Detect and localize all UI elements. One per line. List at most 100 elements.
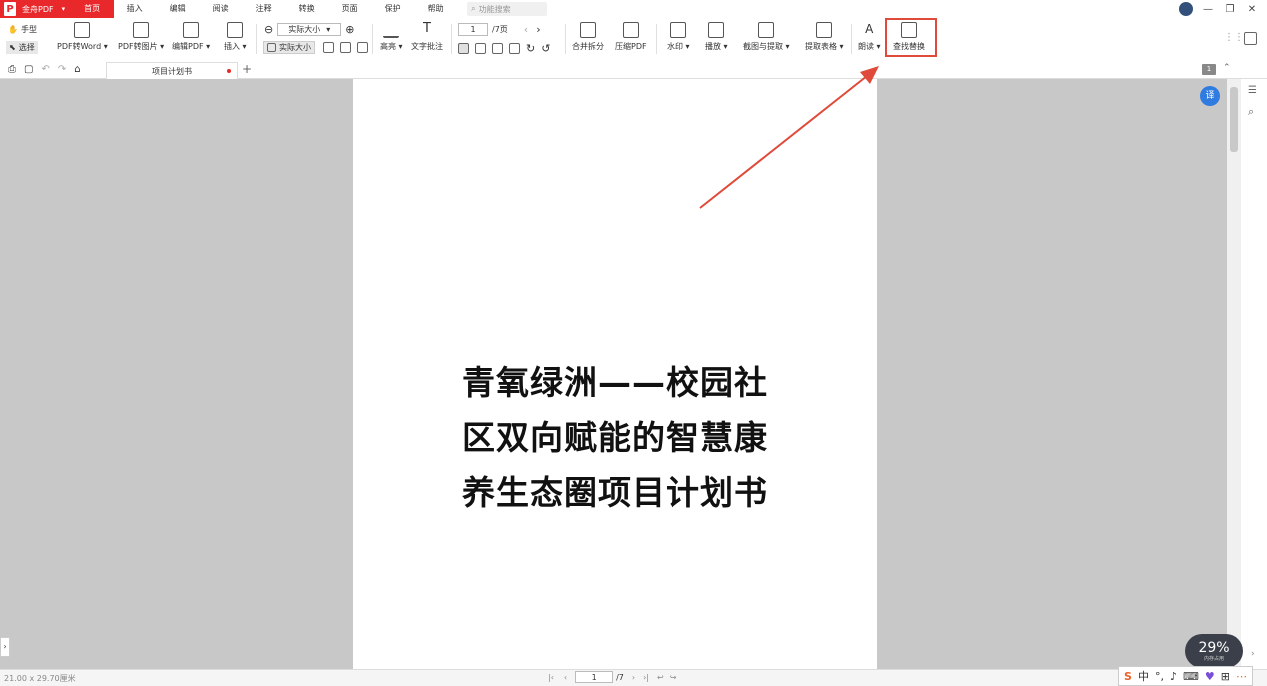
minimize-icon[interactable]: —	[1197, 4, 1219, 15]
page-badge: 1	[1202, 64, 1216, 75]
zoom-in-icon[interactable]: ⊕	[345, 23, 354, 36]
redo-icon[interactable]: ↷	[58, 64, 66, 75]
search-icon: ⌕	[471, 4, 476, 13]
fit-page-icon[interactable]	[323, 42, 334, 53]
memory-usage-widget[interactable]: 29% 内存占用	[1185, 634, 1243, 668]
status-bar: 21.00 x 29.70厘米 |‹ ‹ 1 /7 › ›| ↩ ↪	[0, 669, 1267, 686]
pdf-to-word-button[interactable]: PDF转Word ▾	[57, 22, 108, 52]
highlight-button[interactable]: 高亮 ▾	[380, 22, 403, 52]
menu-item-insert[interactable]: 插入	[113, 0, 156, 18]
highlighter-icon	[383, 22, 400, 38]
merge-split-button[interactable]: 合并拆分	[572, 22, 604, 52]
function-search-input[interactable]: ⌕ 功能搜索	[467, 2, 548, 16]
print-icon[interactable]: ⎙	[8, 64, 16, 75]
app-brand-button[interactable]: P 金舟PDF ▾	[0, 0, 72, 18]
tab-bar: ⎙ ▢ ↶ ↷ ⌂ 项目计划书 + 1 ⌃	[0, 60, 1267, 79]
menu-item-help[interactable]: 帮助	[414, 0, 457, 18]
next-page-icon[interactable]: ›	[632, 673, 635, 682]
last-page-icon[interactable]: ›|	[643, 673, 649, 682]
vertical-scrollbar[interactable]	[1227, 79, 1241, 669]
menu-item-protect[interactable]: 保护	[371, 0, 414, 18]
status-page-navigator: |‹ ‹ 1 /7 › ›| ↩ ↪	[548, 671, 676, 683]
save-icon[interactable]: ▢	[24, 64, 33, 75]
book-view-icon[interactable]	[509, 43, 520, 54]
select-tool-button[interactable]: ⬉ 选择	[6, 41, 38, 54]
text-note-button[interactable]: T 文字批注	[411, 22, 443, 52]
menu-item-convert[interactable]: 转换	[285, 0, 328, 18]
left-panel-toggle[interactable]: ›	[0, 637, 10, 657]
microphone-icon[interactable]: ♪	[1170, 670, 1177, 683]
search-icon[interactable]: ⌕	[1248, 105, 1254, 119]
skin-icon[interactable]: ♥	[1205, 670, 1215, 683]
divider	[656, 24, 657, 54]
menu-item-edit[interactable]: 编辑	[156, 0, 199, 18]
single-page-icon[interactable]	[458, 43, 469, 54]
prev-page-icon[interactable]: ‹	[524, 23, 528, 36]
first-page-icon[interactable]: |‹	[548, 673, 554, 682]
rotate-left-icon[interactable]: ↺	[541, 42, 550, 55]
restore-icon[interactable]: ❐	[1219, 4, 1241, 15]
pdf-to-image-button[interactable]: PDF转图片 ▾	[118, 22, 164, 52]
actual-size-button[interactable]: 实际大小	[263, 41, 315, 54]
extract-table-button[interactable]: 提取表格 ▾	[805, 22, 844, 52]
hand-tool-button[interactable]: ✋ 手型	[8, 24, 37, 35]
status-page-input[interactable]: 1	[575, 671, 614, 683]
add-tab-icon[interactable]: +	[242, 62, 252, 76]
fit-text-icon[interactable]	[357, 42, 368, 53]
document-viewport[interactable]: 青氧绿洲——校园社 区双向赋能的智慧康 养生态圈项目计划书 ›	[0, 79, 1227, 669]
capture-extract-button[interactable]: 截图与提取 ▾	[743, 22, 790, 52]
more-options-icon[interactable]: ⋮⋮	[1224, 32, 1244, 43]
divider	[565, 24, 566, 54]
play-icon	[708, 22, 725, 38]
play-button[interactable]: 播放 ▾	[705, 22, 728, 52]
read-aloud-button[interactable]: A 朗读 ▾	[858, 22, 881, 52]
continuous-icon[interactable]	[492, 43, 503, 54]
tab-document[interactable]: 项目计划书	[106, 62, 238, 79]
document-title: 青氧绿洲——校园社 区双向赋能的智慧康 养生态圈项目计划书	[353, 355, 877, 520]
prev-page-icon[interactable]: ‹	[564, 673, 567, 682]
rotate-right-icon[interactable]: ↻	[526, 42, 535, 55]
divider	[451, 24, 452, 54]
back-icon[interactable]: ↩	[657, 673, 664, 682]
pdf-page: 青氧绿洲——校园社 区双向赋能的智慧康 养生态圈项目计划书	[353, 79, 877, 669]
home-icon[interactable]: ⌂	[74, 64, 80, 75]
next-page-icon[interactable]: ›	[536, 23, 540, 36]
extract-table-label: 提取表格	[805, 42, 837, 51]
toolbox-icon[interactable]: ⊞	[1221, 670, 1230, 683]
chevron-up-icon[interactable]: ⌃	[1223, 63, 1231, 73]
undo-icon[interactable]: ↶	[41, 64, 49, 75]
menu-item-annotate[interactable]: 注释	[242, 0, 285, 18]
watermark-button[interactable]: 水印 ▾	[667, 22, 690, 52]
insert-button[interactable]: 插入 ▾	[224, 22, 247, 52]
translate-floating-icon[interactable]: 译	[1200, 86, 1220, 106]
zoom-out-icon[interactable]: ⊖	[264, 23, 273, 36]
ime-language-toggle[interactable]: 中	[1138, 668, 1149, 684]
page-number-input[interactable]: 1	[458, 23, 488, 36]
divider	[851, 24, 852, 54]
chevron-right-icon[interactable]: ›	[1251, 649, 1255, 659]
zoom-select[interactable]: 实际大小 ▾	[277, 23, 342, 36]
two-page-icon[interactable]	[475, 43, 486, 54]
keyboard-icon[interactable]: ⌨	[1183, 670, 1199, 683]
menu-item-home[interactable]: 首页	[70, 0, 115, 19]
annotation-highlight-box	[885, 18, 937, 57]
menu-item-read[interactable]: 阅读	[199, 0, 242, 18]
forward-icon[interactable]: ↪	[670, 673, 677, 682]
sogou-logo-icon[interactable]: S	[1124, 670, 1132, 683]
ime-more-icon[interactable]: ⋯	[1236, 670, 1247, 683]
close-icon[interactable]: ✕	[1241, 4, 1263, 15]
compress-pdf-button[interactable]: 压缩PDF	[615, 22, 647, 52]
scrollbar-thumb[interactable]	[1230, 87, 1238, 152]
chevron-down-icon: ▾	[326, 25, 331, 34]
settings-sliders-icon[interactable]: ☰	[1248, 85, 1257, 96]
avatar[interactable]	[1179, 2, 1193, 16]
menu-item-page[interactable]: 页面	[328, 0, 371, 18]
fit-width-icon[interactable]	[340, 42, 351, 53]
edit-pdf-button[interactable]: 编辑PDF ▾	[172, 22, 210, 52]
read-aloud-label: 朗读	[858, 42, 874, 51]
menu-bar: P 金舟PDF ▾ 首页 插入 编辑 阅读 注释 转换 页面 保护 帮助 ⌕ 功…	[0, 0, 1267, 19]
layout-grid-icon[interactable]	[1244, 32, 1257, 45]
punctuation-icon[interactable]: °,	[1155, 670, 1164, 683]
merge-icon	[580, 22, 596, 38]
page-total-label: /7页	[492, 25, 508, 34]
